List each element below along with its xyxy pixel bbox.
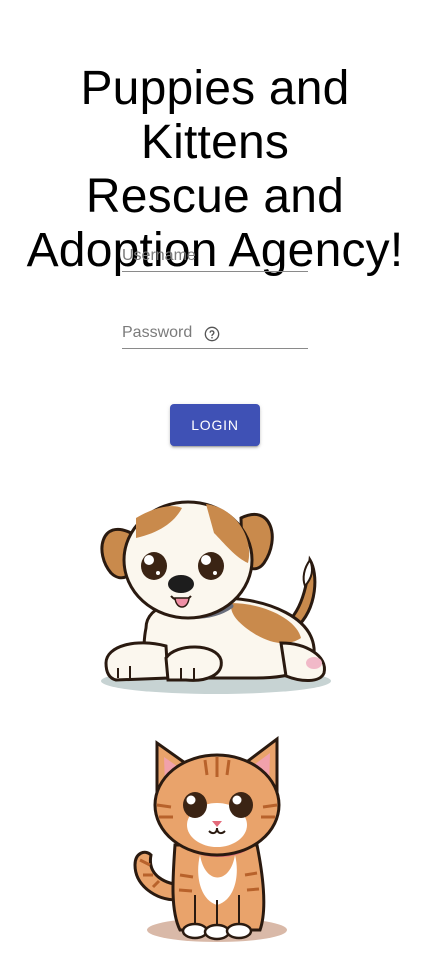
- kitten-illustration: [133, 735, 287, 942]
- login-button[interactable]: LOGIN: [170, 404, 260, 446]
- password-input[interactable]: [122, 318, 308, 348]
- password-field[interactable]: Password: [122, 318, 308, 349]
- puppy-illustration: [100, 500, 331, 694]
- title-line-2: Rescue and: [85, 170, 345, 224]
- username-field[interactable]: Username: [122, 241, 308, 272]
- title-line-1: Puppies and Kittens: [80, 62, 350, 170]
- username-input[interactable]: [122, 241, 308, 271]
